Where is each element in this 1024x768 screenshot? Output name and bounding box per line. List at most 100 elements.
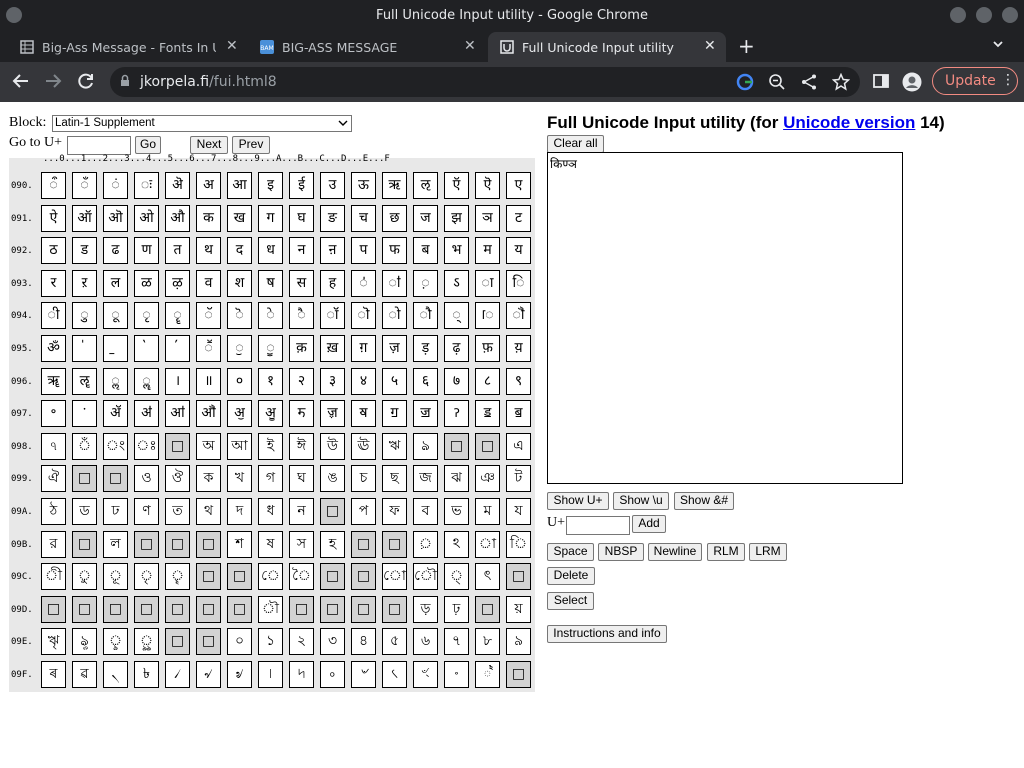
character-cell[interactable]: ड [72, 237, 97, 265]
character-cell[interactable]: ু [72, 563, 97, 591]
lrm-button[interactable]: LRM [749, 543, 787, 561]
character-cell[interactable]: □ [72, 530, 97, 558]
character-cell[interactable]: क़ [289, 335, 314, 362]
character-cell[interactable]: ९ [506, 367, 531, 395]
character-cell[interactable]: র [41, 530, 66, 558]
character-cell[interactable]: ঝ [444, 465, 469, 493]
character-cell[interactable]: □ [196, 563, 221, 591]
character-cell[interactable]: □ [165, 530, 190, 558]
character-cell[interactable]: ङ [320, 204, 345, 232]
reload-icon[interactable] [77, 72, 95, 95]
character-cell[interactable]: ॗ [258, 335, 283, 362]
character-cell[interactable]: ॻ [382, 400, 407, 428]
character-cell[interactable]: □ [41, 595, 66, 623]
character-cell[interactable]: ठ [41, 237, 66, 265]
character-cell[interactable]: ত [165, 498, 190, 525]
character-cell[interactable]: उ [320, 172, 345, 199]
character-cell[interactable]: ২ [289, 628, 314, 656]
character-cell[interactable]: □ [196, 530, 221, 558]
character-cell[interactable]: □ [165, 432, 190, 460]
character-cell[interactable]: इ [258, 172, 283, 199]
tab-full-unicode-input[interactable]: Full Unicode Input utility ✕ [488, 32, 726, 62]
character-cell[interactable]: □ [351, 595, 376, 623]
character-cell[interactable]: ऺ [351, 269, 376, 297]
character-cell[interactable]: ৳ [134, 661, 159, 688]
character-cell[interactable]: □ [134, 530, 159, 558]
character-cell[interactable]: স [289, 530, 314, 558]
character-cell[interactable]: ॊ [351, 302, 376, 330]
character-cell[interactable]: ॠ [41, 367, 66, 395]
character-cell[interactable]: চ [351, 465, 376, 493]
character-cell[interactable]: छ [382, 204, 407, 232]
character-cell[interactable]: ॸ [289, 400, 314, 428]
character-cell[interactable]: ं [103, 172, 128, 199]
nbsp-button[interactable]: NBSP [598, 543, 644, 561]
character-cell[interactable]: □ [351, 563, 376, 591]
character-cell[interactable]: २ [289, 367, 314, 395]
character-cell[interactable]: □ [103, 465, 128, 493]
character-cell[interactable]: □ [506, 661, 531, 688]
character-cell[interactable]: य [506, 237, 531, 265]
character-cell[interactable]: ८ [475, 367, 500, 395]
character-cell[interactable]: ম [475, 498, 500, 525]
character-cell[interactable]: □ [196, 628, 221, 656]
character-cell[interactable]: ঢ় [444, 595, 469, 623]
character-cell[interactable]: ি [506, 530, 531, 558]
character-cell[interactable]: म [475, 237, 500, 265]
character-cell[interactable]: য় [506, 595, 531, 623]
character-cell[interactable]: ओ [134, 204, 159, 232]
character-cell[interactable]: ॵ [196, 400, 221, 428]
character-cell[interactable]: শ [227, 530, 252, 558]
character-cell[interactable]: ঀ [41, 432, 66, 460]
close-tab-icon[interactable]: ✕ [226, 38, 238, 54]
character-cell[interactable]: ण [134, 237, 159, 265]
character-cell[interactable]: ॒ [103, 335, 128, 362]
character-cell[interactable]: ऱ [72, 269, 97, 297]
character-cell[interactable]: ০ [227, 628, 252, 656]
character-cell[interactable]: অ [196, 432, 221, 460]
character-cell[interactable]: ऎ [475, 172, 500, 199]
close-tab-icon[interactable]: ✕ [704, 38, 716, 54]
tab-big-ass-message-fonts[interactable]: Big-Ass Message - Fonts In Us ✕ [8, 32, 246, 62]
character-cell[interactable]: ই [258, 432, 283, 460]
character-cell[interactable]: ৮ [475, 628, 500, 656]
character-cell[interactable]: □ [475, 595, 500, 623]
character-cell[interactable]: ॓ [134, 335, 159, 362]
character-cell[interactable]: ढ [103, 237, 128, 265]
character-cell[interactable]: ॢ [103, 367, 128, 395]
character-cell[interactable]: ৌ [413, 563, 438, 591]
more-menu-icon[interactable]: ⋮ [1001, 72, 1015, 88]
character-cell[interactable]: ज़ [382, 335, 407, 362]
character-cell[interactable]: ् [444, 302, 469, 330]
character-cell[interactable]: □ [320, 595, 345, 623]
character-cell[interactable]: □ [227, 563, 252, 591]
character-cell[interactable]: ৱ [72, 661, 97, 688]
character-cell[interactable]: হ [320, 530, 345, 558]
character-cell[interactable]: ऻ [382, 269, 407, 297]
address-bar[interactable]: jkorpela.fi/fui.html8 [110, 67, 860, 97]
character-cell[interactable]: अ [196, 172, 221, 199]
update-button[interactable]: Update ⋮ [932, 67, 1018, 95]
tab-big-ass-message[interactable]: BAM BIG-ASS MESSAGE ✕ [248, 32, 486, 62]
character-cell[interactable]: ঐ [41, 465, 66, 493]
goto-input[interactable] [67, 136, 131, 155]
character-cell[interactable]: ঘ [289, 465, 314, 493]
character-cell[interactable]: ঋ [382, 432, 407, 460]
character-cell[interactable]: ক [196, 465, 221, 493]
character-cell[interactable]: र [41, 269, 66, 297]
character-cell[interactable]: ও [134, 465, 159, 493]
character-cell[interactable]: ट [506, 204, 531, 232]
next-button[interactable]: Next [190, 136, 228, 154]
character-cell[interactable]: □ [289, 595, 314, 623]
show-backslash-u-button[interactable]: Show \u [613, 492, 669, 510]
character-cell[interactable]: ৗ [258, 595, 283, 623]
character-cell[interactable]: ॶ [227, 400, 252, 428]
character-cell[interactable]: व [196, 269, 221, 297]
character-cell[interactable]: ॑ [72, 335, 97, 362]
newline-button[interactable]: Newline [648, 543, 702, 561]
character-cell[interactable]: □ [72, 595, 97, 623]
show-amp-button[interactable]: Show &# [674, 492, 734, 510]
character-cell[interactable]: ः [134, 172, 159, 199]
character-cell[interactable]: ौ [413, 302, 438, 330]
character-cell[interactable]: ञ [475, 204, 500, 232]
